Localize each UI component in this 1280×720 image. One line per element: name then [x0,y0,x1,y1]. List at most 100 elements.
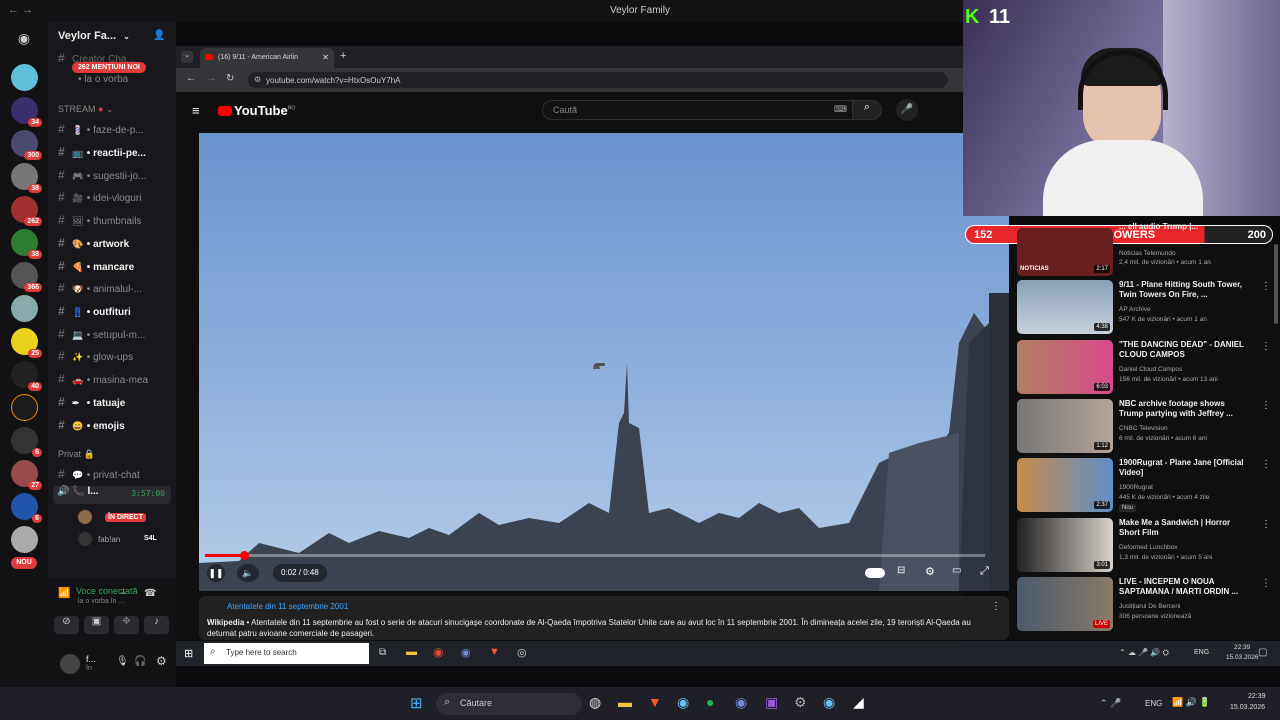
server-icon[interactable]: 38 [11,163,42,193]
channel-item[interactable]: # ✨ • glow-ups [58,349,174,367]
app-icon[interactable]: ▣ [765,694,778,711]
menu-icon[interactable]: ≡ [192,103,200,118]
disconnect-icon[interactable]: ☎ [144,588,156,599]
video-thumbnail[interactable]: LIVE [1017,577,1113,631]
discord-icon[interactable]: ◉ [13,30,35,46]
progress-bar[interactable] [205,551,985,560]
channel-item[interactable]: # 😀 • emojis [58,418,174,436]
video-title[interactable]: NBC archive footage shows Trump partying… [1119,399,1247,419]
url-field[interactable]: ⚙ youtube.com/watch?v=HtxOsOuY7hA [248,72,948,88]
user-name[interactable]: f... [86,654,96,664]
fullscreen-icon[interactable]: ⤢ [980,565,989,578]
task-view-icon[interactable]: ⧉ [379,647,386,658]
channel-item[interactable]: # 🎨 • artwork [58,236,174,254]
video-off-icon[interactable]: ⊘ [54,616,79,634]
channel-item[interactable]: # 👖 • outfituri [58,304,174,322]
obs-icon[interactable]: ◎ [517,646,527,659]
taskbar-date[interactable]: 15.03.2026 [1230,704,1265,711]
avatar[interactable] [78,532,92,546]
server-icon[interactable] [11,394,38,421]
avatar[interactable] [78,510,92,524]
add-member-icon[interactable]: 👤 [153,30,165,41]
active-voice-channel[interactable]: 🔊 📞 l... 3:57:00 [53,486,171,504]
brave-icon[interactable]: ▼ [648,694,662,710]
channel-item[interactable]: # 🐶 • animalul-... [58,281,174,299]
video-card[interactable]: 2:37 1900Rugrat - Plane Jane [Official V… [1017,458,1275,513]
editor-icon[interactable]: ◢ [853,694,864,711]
notifications-icon[interactable]: ▢ [1258,647,1267,658]
windows-start-icon[interactable]: ⊞ [410,694,423,712]
video-channel[interactable]: AP Archive [1119,306,1151,313]
video-card[interactable]: 6:03 "THE DANCING DEAD" - DANIEL CLOUD C… [1017,340,1275,395]
voice-search-icon[interactable]: 🎤 [896,99,918,121]
search-button[interactable]: ⌕ [852,100,882,120]
spotify-icon[interactable]: ● [706,694,714,710]
tab-list-icon[interactable]: ⌄ [181,51,193,63]
channel-item[interactable]: # 📺 • reactii-pe... [58,145,174,163]
channel-item[interactable]: # 🍕 • mancare [58,259,174,277]
server-icon[interactable] [11,526,38,553]
github-icon[interactable]: ◍ [589,694,601,711]
video-title[interactable]: 9/11 - Plane Hitting South Tower, Twin T… [1119,280,1247,300]
settings-icon[interactable]: ⚙ [156,654,167,668]
more-icon[interactable]: ⋮ [1261,400,1271,411]
server-icon[interactable]: 38 [11,229,42,259]
file-explorer-icon[interactable]: ▬ [618,694,632,710]
more-icon[interactable]: ⋮ [1261,341,1271,352]
chrome-icon[interactable]: ◉ [433,645,443,659]
channel-item[interactable]: # 🎮 • sugestii-jo... [58,168,174,186]
network-icon[interactable]: 📶 🔊 🔋 [1172,697,1211,708]
channel-item[interactable]: # 💻 • setupul-m... [58,327,174,345]
channel-item[interactable]: # 💈 • faze-de-p... [58,122,174,140]
video-thumbnail[interactable]: 4:38 [1017,280,1113,334]
youtube-logo[interactable]: YouTubeRO [218,103,295,118]
brave-icon[interactable]: ▼ [489,646,500,658]
taskbar-lang[interactable]: ENG [1194,649,1209,656]
video-card[interactable]: 1:12 NBC archive footage shows Trump par… [1017,399,1275,454]
channel-item[interactable]: # ✒ • tatuaje [58,395,174,413]
search-input[interactable]: Caută ⌨ [542,100,858,120]
video-thumbnail[interactable]: 6:03 [1017,340,1113,394]
more-icon[interactable]: ⋮ [1261,578,1271,589]
taskbar-search[interactable]: ⌕ Căutare [436,693,582,715]
autoplay-toggle[interactable] [865,568,885,578]
settings-icon[interactable]: ⚙ [925,565,935,578]
discord-icon[interactable]: ◉ [735,694,747,711]
more-icon[interactable]: ⋮ [1261,281,1271,292]
headphones-icon[interactable]: 🎧 [134,656,146,667]
screen-share-icon[interactable]: ▣ [84,616,109,634]
channel-item[interactable]: # 🚗 • masina-mea [58,372,174,390]
video-card[interactable]: LIVE LIVE - INCEPEM O NOUA SAPTAMANA / M… [1017,577,1275,632]
info-title[interactable]: Atentatele din 11 septembrie 2001 [227,601,1001,612]
more-icon[interactable]: ⋮ [1261,459,1271,470]
category-private[interactable]: Privat 🔒 [58,449,95,460]
taskbar-time[interactable]: 22:39 [1248,693,1266,700]
server-icon[interactable]: 6 [11,427,42,457]
video-thumbnail[interactable]: NOTICIAS 2:17 [1017,228,1113,276]
taskbar-time[interactable]: 22:39 [1234,644,1250,651]
avatar[interactable] [60,654,80,674]
taskbar-date[interactable]: 15.03.2026 [1226,654,1259,661]
server-icon[interactable] [11,64,38,91]
video-title[interactable]: Make Me a Sandwich | Horror Short Film [1119,518,1247,538]
video-channel[interactable]: Noticias Telemundo [1119,250,1176,257]
server-icon[interactable]: 34 [11,97,42,127]
video-title[interactable]: LIVE - INCEPEM O NOUA SAPTAMANA / MARTI … [1119,577,1247,597]
more-icon[interactable]: ⋮ [1261,519,1271,530]
subtitles-icon[interactable]: ⊟ [897,565,905,576]
server-icon[interactable]: 40 [11,361,42,391]
close-icon[interactable]: ✕ [322,53,329,62]
server-icon[interactable] [11,295,38,322]
server-icon[interactable]: 366 [11,262,42,292]
scrollbar[interactable] [1274,244,1278,324]
voice-user-name[interactable]: fab!an [98,535,120,544]
server-icon[interactable]: 25 [11,328,42,358]
windows-start-icon[interactable]: ⊞ [184,647,193,660]
channel-item[interactable]: # 🎥 • idei-vloguri [58,190,174,208]
volume-icon[interactable]: 🔈 [237,564,259,582]
video-thumbnail[interactable]: 3:01 [1017,518,1113,572]
microphone-icon[interactable]: 🎙 [116,656,129,667]
steam-icon[interactable]: ◉ [823,694,835,711]
channel-item[interactable]: # 🖼 • thumbnails [58,213,174,231]
settings-icon[interactable]: ⚙ [794,694,807,711]
